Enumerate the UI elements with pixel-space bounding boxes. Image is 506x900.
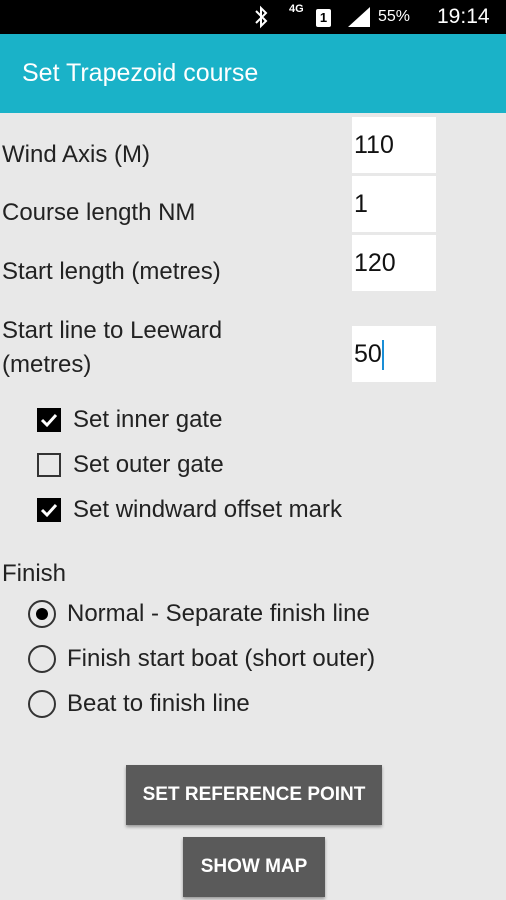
start-length-input[interactable] bbox=[352, 235, 436, 291]
clock: 19:14 bbox=[437, 5, 490, 28]
status-bar: 4G 1 55% 19:14 bbox=[0, 0, 506, 61]
checkbox-checked-icon bbox=[37, 498, 61, 522]
start-to-leeward-input[interactable] bbox=[352, 326, 436, 382]
battery-indicator: 55% bbox=[378, 0, 430, 61]
checkbox-label: Set windward offset mark bbox=[73, 496, 343, 523]
checkbox-checked-icon bbox=[37, 408, 61, 432]
radio-label: Normal - Separate finish line bbox=[67, 600, 370, 627]
page-title: Set Trapezoid course bbox=[22, 59, 259, 87]
radio-unselected-icon bbox=[28, 690, 56, 718]
checkbox-label: Set outer gate bbox=[73, 451, 224, 478]
signal-icon bbox=[346, 0, 372, 34]
network-type: 4G bbox=[289, 3, 304, 15]
bluetooth-icon bbox=[250, 0, 272, 34]
show-map-button[interactable]: SHOW MAP bbox=[183, 837, 325, 897]
text-cursor bbox=[382, 340, 384, 370]
start-to-leeward-label: Start line to Leeward bbox=[2, 317, 223, 344]
wind-axis-label: Wind Axis (M) bbox=[2, 141, 151, 168]
radio-label: Beat to finish line bbox=[67, 690, 250, 717]
radio-unselected-icon bbox=[28, 645, 56, 673]
course-length-input[interactable] bbox=[352, 176, 436, 232]
start-to-leeward-label-unit: (metres) bbox=[2, 351, 92, 378]
checkbox-unchecked-icon bbox=[37, 453, 61, 477]
network-indicator: 4G 1 bbox=[289, 0, 343, 34]
course-length-label: Course length NM bbox=[2, 199, 196, 226]
sim-slot-icon: 1 bbox=[316, 9, 331, 27]
battery-percent: 55% bbox=[378, 8, 411, 25]
radio-selected-icon bbox=[28, 600, 56, 628]
app-bar: Set Trapezoid course bbox=[0, 34, 506, 113]
start-length-label: Start length (metres) bbox=[2, 258, 221, 285]
radio-label: Finish start boat (short outer) bbox=[67, 645, 376, 672]
checkbox-label: Set inner gate bbox=[73, 406, 223, 433]
set-reference-point-button[interactable]: SET REFERENCE POINT bbox=[126, 765, 382, 825]
wind-axis-input[interactable] bbox=[352, 117, 436, 173]
finish-heading: Finish bbox=[2, 560, 67, 587]
